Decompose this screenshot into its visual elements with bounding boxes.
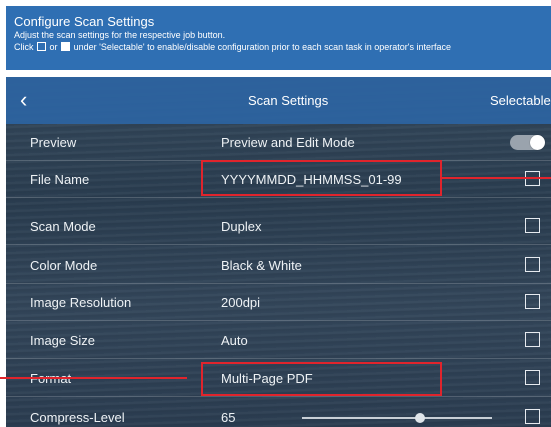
setting-label: Compress-Level: [30, 410, 125, 425]
header-line-2: Click or under 'Selectable' to enable/di…: [14, 41, 551, 53]
setting-value: Duplex: [221, 219, 262, 234]
setting-label: Preview: [30, 135, 77, 150]
format-highlight-box: [201, 362, 442, 396]
selectable-checkbox[interactable]: [525, 409, 540, 424]
setting-label: File Name: [30, 172, 90, 187]
setting-value: Black & White: [221, 258, 302, 273]
slider-handle[interactable]: [414, 413, 425, 423]
setting-label: Scan Mode: [30, 219, 96, 234]
header-line-2-prefix: Click: [14, 42, 34, 52]
setting-row-image-resolution[interactable]: Image Resolution 200dpi: [6, 284, 551, 321]
setting-row-preview[interactable]: Preview Preview and Edit Mode: [6, 124, 551, 161]
instruction-header: Configure Scan Settings Adjust the scan …: [6, 6, 551, 70]
header-title: Configure Scan Settings: [14, 14, 155, 29]
unchecked-box-icon: [37, 42, 47, 51]
file-name-callout-line: [442, 177, 551, 179]
setting-label: Image Size: [30, 333, 96, 348]
selectable-column-header: Selectable: [490, 93, 551, 108]
setting-value: 200dpi: [221, 295, 261, 310]
chevron-left-icon[interactable]: ‹: [20, 89, 27, 111]
preview-toggle[interactable]: [510, 135, 545, 150]
scan-settings-topbar: ‹ Scan Settings Selectable: [6, 77, 551, 124]
setting-label: Image Resolution: [30, 295, 132, 310]
setting-row-scan-mode[interactable]: Scan Mode Duplex: [6, 208, 551, 245]
setting-value: 65: [221, 410, 236, 425]
setting-row-image-size[interactable]: Image Size Auto: [6, 322, 551, 359]
header-line-2-suffix: under 'Selectable' to enable/disable con…: [73, 42, 451, 52]
file-name-highlight-box: [201, 160, 442, 196]
toggle-knob: [530, 135, 545, 150]
setting-row-compress-level[interactable]: Compress-Level 65: [6, 399, 551, 427]
topbar-title: Scan Settings: [248, 93, 329, 108]
selectable-checkbox[interactable]: [525, 294, 540, 309]
format-callout-line: [0, 377, 187, 379]
selectable-checkbox[interactable]: [525, 332, 540, 347]
setting-row-color-mode[interactable]: Color Mode Black & White: [6, 247, 551, 284]
header-line-1: Adjust the scan settings for the respect…: [14, 30, 226, 40]
selectable-checkbox[interactable]: [525, 370, 540, 385]
header-line-2-or: or: [49, 42, 58, 52]
setting-value: Auto: [221, 333, 248, 348]
setting-label: Color Mode: [30, 258, 98, 273]
selectable-checkbox[interactable]: [525, 218, 540, 233]
setting-value: Preview and Edit Mode: [221, 135, 355, 150]
selectable-checkbox[interactable]: [525, 257, 540, 272]
checked-box-icon: [61, 42, 71, 51]
compress-level-slider[interactable]: [302, 417, 492, 419]
